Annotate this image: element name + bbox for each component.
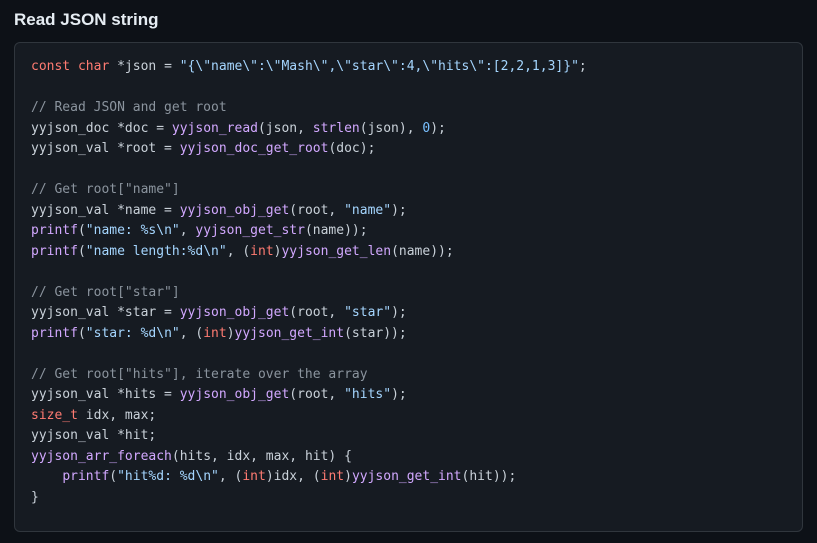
code-text: yyjson_doc *doc = — [31, 121, 172, 136]
code-keyword: char — [78, 59, 109, 74]
code-function: printf — [31, 326, 78, 341]
code-function: printf — [62, 469, 109, 484]
code-string: "star" — [344, 305, 391, 320]
code-string: "hits" — [344, 387, 391, 402]
code-text: ) — [344, 469, 352, 484]
code-text — [31, 469, 62, 484]
code-text: ; — [579, 59, 587, 74]
code-comment: // Read JSON and get root — [31, 100, 227, 115]
code-string: "hit%d: %d\n" — [117, 469, 219, 484]
code-function: strlen — [313, 121, 360, 136]
code-comment: // Get root["name"] — [31, 182, 180, 197]
code-text: (json), — [360, 121, 423, 136]
code-text: (root, — [289, 387, 344, 402]
code-text: (root, — [289, 305, 344, 320]
code-string: "name" — [344, 203, 391, 218]
code-function: yyjson_obj_get — [180, 387, 290, 402]
code-keyword: int — [250, 244, 273, 259]
code-function: yyjson_doc_get_root — [180, 141, 329, 156]
code-text: (json, — [258, 121, 313, 136]
code-text: (hit)); — [462, 469, 517, 484]
code-function: yyjson_obj_get — [180, 203, 290, 218]
code-text: (star)); — [344, 326, 407, 341]
code-comment: // Free the doc — [31, 531, 148, 533]
code-function: yyjson_get_int — [352, 469, 462, 484]
code-text: yyjson_val *hits = — [31, 387, 180, 402]
code-text: yyjson_val *star = — [31, 305, 180, 320]
code-text: yyjson_val *hit; — [31, 428, 156, 443]
code-text: , ( — [180, 326, 203, 341]
code-function: yyjson_get_len — [281, 244, 391, 259]
code-string: "name length:%d\n" — [86, 244, 227, 259]
code-text: ( — [78, 244, 86, 259]
code-function: yyjson_get_int — [235, 326, 345, 341]
code-block: const char *json = "{\"name\":\"Mash\",\… — [14, 42, 803, 532]
code-string: "star: %d\n" — [86, 326, 180, 341]
code-text: *json = — [117, 59, 180, 74]
code-text: , — [180, 223, 196, 238]
code-function: yyjson_obj_get — [180, 305, 290, 320]
code-text: idx, max; — [78, 408, 156, 423]
code-text: (root, — [289, 203, 344, 218]
code-text: ); — [391, 203, 407, 218]
code-keyword: int — [321, 469, 344, 484]
code-keyword: size_t — [31, 408, 78, 423]
code-function: printf — [31, 244, 78, 259]
code-text: ( — [78, 326, 86, 341]
code-text: ) — [227, 326, 235, 341]
code-text: , ( — [227, 244, 250, 259]
code-text: ); — [430, 121, 446, 136]
code-string: "{\"name\":\"Mash\",\"star\":4,\"hits\":… — [180, 59, 579, 74]
code-text: ); — [391, 387, 407, 402]
code-keyword: int — [203, 326, 226, 341]
code-text: , ( — [219, 469, 242, 484]
code-string: "name: %s\n" — [86, 223, 180, 238]
code-text: ( — [78, 223, 86, 238]
code-comment: // Get root["hits"], iterate over the ar… — [31, 367, 368, 382]
code-text: (name)); — [305, 223, 368, 238]
code-text: ); — [391, 305, 407, 320]
code-text: } — [31, 490, 39, 505]
code-text: yyjson_val *root = — [31, 141, 180, 156]
code-keyword: const — [31, 59, 70, 74]
code-text: (hits, idx, max, hit) { — [172, 449, 352, 464]
section-heading: Read JSON string — [14, 10, 803, 30]
code-comment: // Get root["star"] — [31, 285, 180, 300]
code-text: (name)); — [391, 244, 454, 259]
code-function: yyjson_arr_foreach — [31, 449, 172, 464]
code-function: yyjson_read — [172, 121, 258, 136]
code-function: printf — [31, 223, 78, 238]
code-function: yyjson_get_str — [195, 223, 305, 238]
code-text: )idx, ( — [266, 469, 321, 484]
code-keyword: int — [242, 469, 265, 484]
code-text: ( — [109, 469, 117, 484]
code-text: yyjson_val *name = — [31, 203, 180, 218]
code-text: (doc); — [328, 141, 375, 156]
